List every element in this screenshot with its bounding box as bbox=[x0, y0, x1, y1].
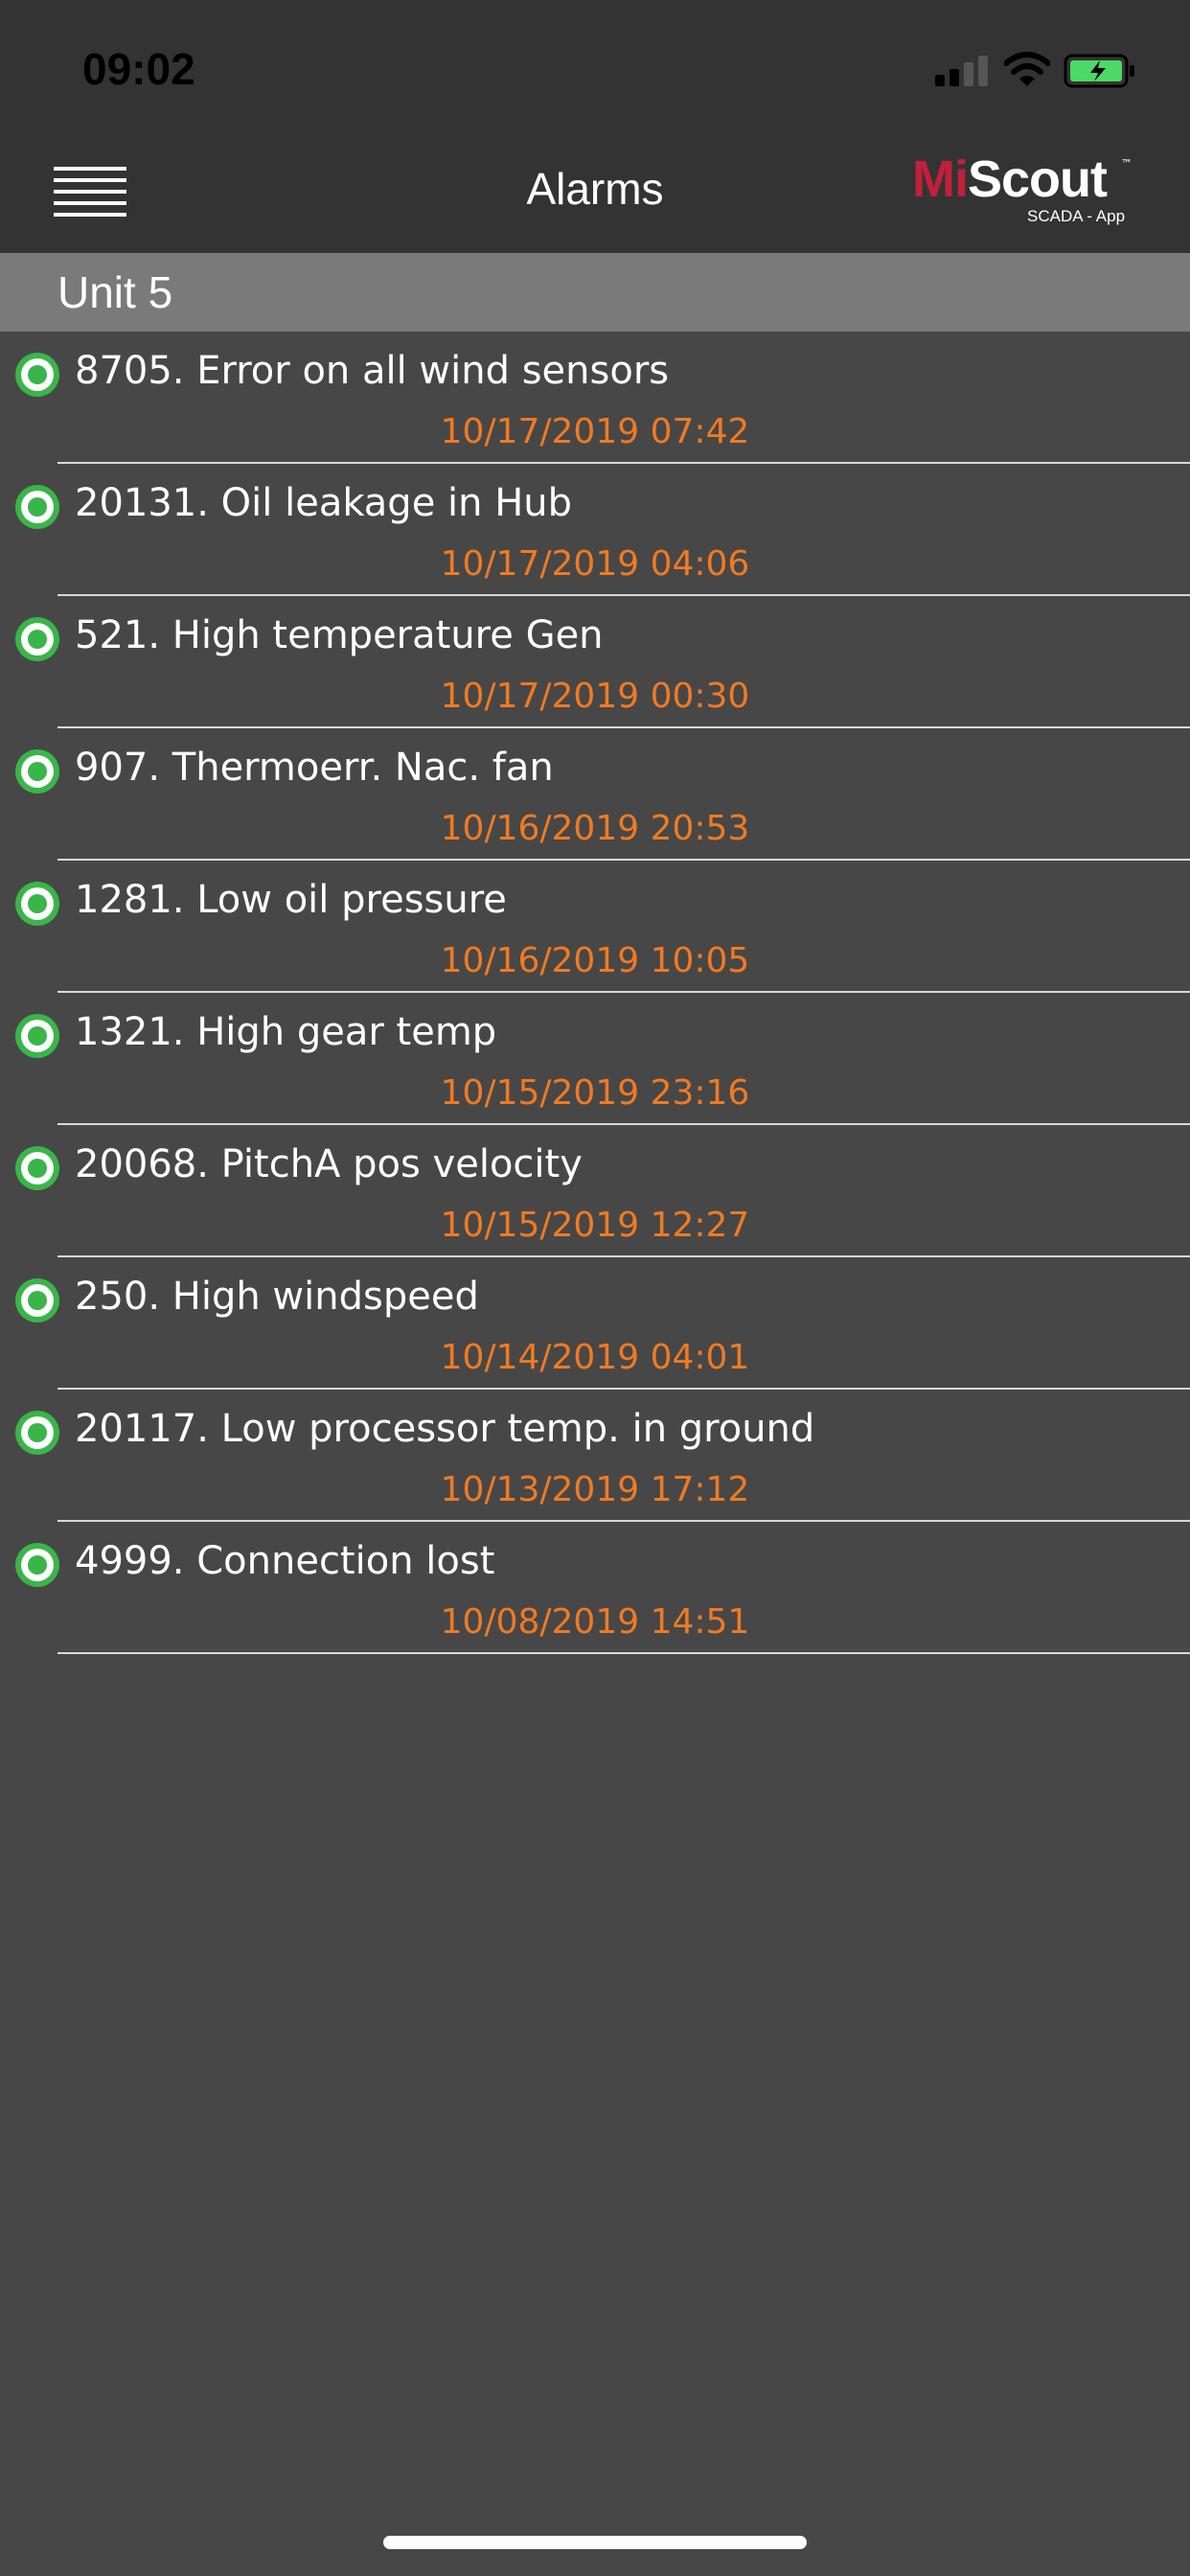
alarm-description: 1321. High gear temp bbox=[75, 1010, 497, 1054]
alarm-row[interactable]: 4999. Connection lost 10/08/2019 14:51 bbox=[0, 1522, 1190, 1654]
miscout-logo: MiScout ™ SCADA - App bbox=[912, 150, 1133, 225]
alarm-timestamp: 10/13/2019 17:12 bbox=[440, 1470, 750, 1509]
row-divider bbox=[57, 1652, 1190, 1654]
alarm-timestamp: 10/16/2019 10:05 bbox=[440, 941, 750, 980]
alarm-row[interactable]: 907. Thermoerr. Nac. fan 10/16/2019 20:53 bbox=[0, 728, 1190, 861]
alarm-timestamp: 10/08/2019 14:51 bbox=[440, 1602, 750, 1642]
status-ok-icon bbox=[15, 1146, 59, 1190]
status-ok-icon bbox=[15, 617, 59, 661]
alarm-description: 20068. PitchA pos velocity bbox=[75, 1142, 583, 1186]
unit-group-title: Unit 5 bbox=[57, 267, 173, 317]
alarm-row[interactable]: 250. High windspeed 10/14/2019 04:01 bbox=[0, 1257, 1190, 1390]
alarm-row[interactable]: 20117. Low processor temp. in ground 10/1… bbox=[0, 1390, 1190, 1522]
alarm-timestamp: 10/14/2019 04:01 bbox=[440, 1338, 750, 1377]
alarm-description: 20131. Oil leakage in Hub bbox=[75, 481, 573, 525]
battery-charging-icon bbox=[1064, 54, 1134, 88]
alarm-row[interactable]: 1321. High gear temp 10/15/2019 23:16 bbox=[0, 993, 1190, 1125]
alarm-timestamp: 10/17/2019 04:06 bbox=[440, 544, 750, 584]
nav-bar: Alarms MiScout ™ SCADA - App bbox=[0, 144, 1190, 253]
alarm-description: 521. High temperature Gen bbox=[75, 613, 604, 657]
alarm-timestamp: 10/15/2019 12:27 bbox=[440, 1206, 750, 1245]
status-bar: 09:02 bbox=[0, 0, 1190, 144]
alarm-timestamp: 10/17/2019 00:30 bbox=[440, 677, 750, 716]
alarm-timestamp: 10/16/2019 20:53 bbox=[440, 809, 750, 848]
alarm-row[interactable]: 521. High temperature Gen 10/17/2019 00:3… bbox=[0, 596, 1190, 728]
status-ok-icon bbox=[15, 749, 59, 794]
alarm-row[interactable]: 20131. Oil leakage in Hub 10/17/2019 04:0… bbox=[0, 464, 1190, 596]
alarm-row[interactable]: 8705. Error on all wind sensors 10/17/201… bbox=[0, 332, 1190, 464]
status-ok-icon bbox=[15, 1278, 59, 1322]
alarm-row[interactable]: 20068. PitchA pos velocity 10/15/2019 12:… bbox=[0, 1125, 1190, 1257]
alarm-description: 4999. Connection lost bbox=[75, 1539, 495, 1583]
alarm-list: 8705. Error on all wind sensors 10/17/201… bbox=[0, 332, 1190, 1654]
alarm-description: 20117. Low processor temp. in ground bbox=[75, 1407, 815, 1451]
alarm-description: 8705. Error on all wind sensors bbox=[75, 349, 670, 393]
alarm-description: 1281. Low oil pressure bbox=[75, 878, 507, 922]
status-ok-icon bbox=[15, 1411, 59, 1455]
alarm-description: 250. High windspeed bbox=[75, 1275, 479, 1319]
status-ok-icon bbox=[15, 353, 59, 397]
alarm-timestamp: 10/17/2019 07:42 bbox=[440, 412, 750, 451]
status-ok-icon bbox=[15, 1543, 59, 1587]
wifi-icon bbox=[1004, 52, 1050, 86]
status-ok-icon bbox=[15, 1014, 59, 1058]
alarm-row[interactable]: 1281. Low oil pressure 10/16/2019 10:05 bbox=[0, 861, 1190, 993]
alarm-timestamp: 10/15/2019 23:16 bbox=[440, 1073, 750, 1113]
cellular-signal-icon bbox=[935, 56, 989, 86]
alarm-description: 907. Thermoerr. Nac. fan bbox=[75, 746, 554, 790]
unit-group-header: Unit 5 bbox=[0, 253, 1190, 332]
home-indicator[interactable] bbox=[383, 2536, 807, 2549]
status-ok-icon bbox=[15, 882, 59, 926]
status-time: 09:02 bbox=[82, 44, 195, 94]
status-ok-icon bbox=[15, 485, 59, 529]
